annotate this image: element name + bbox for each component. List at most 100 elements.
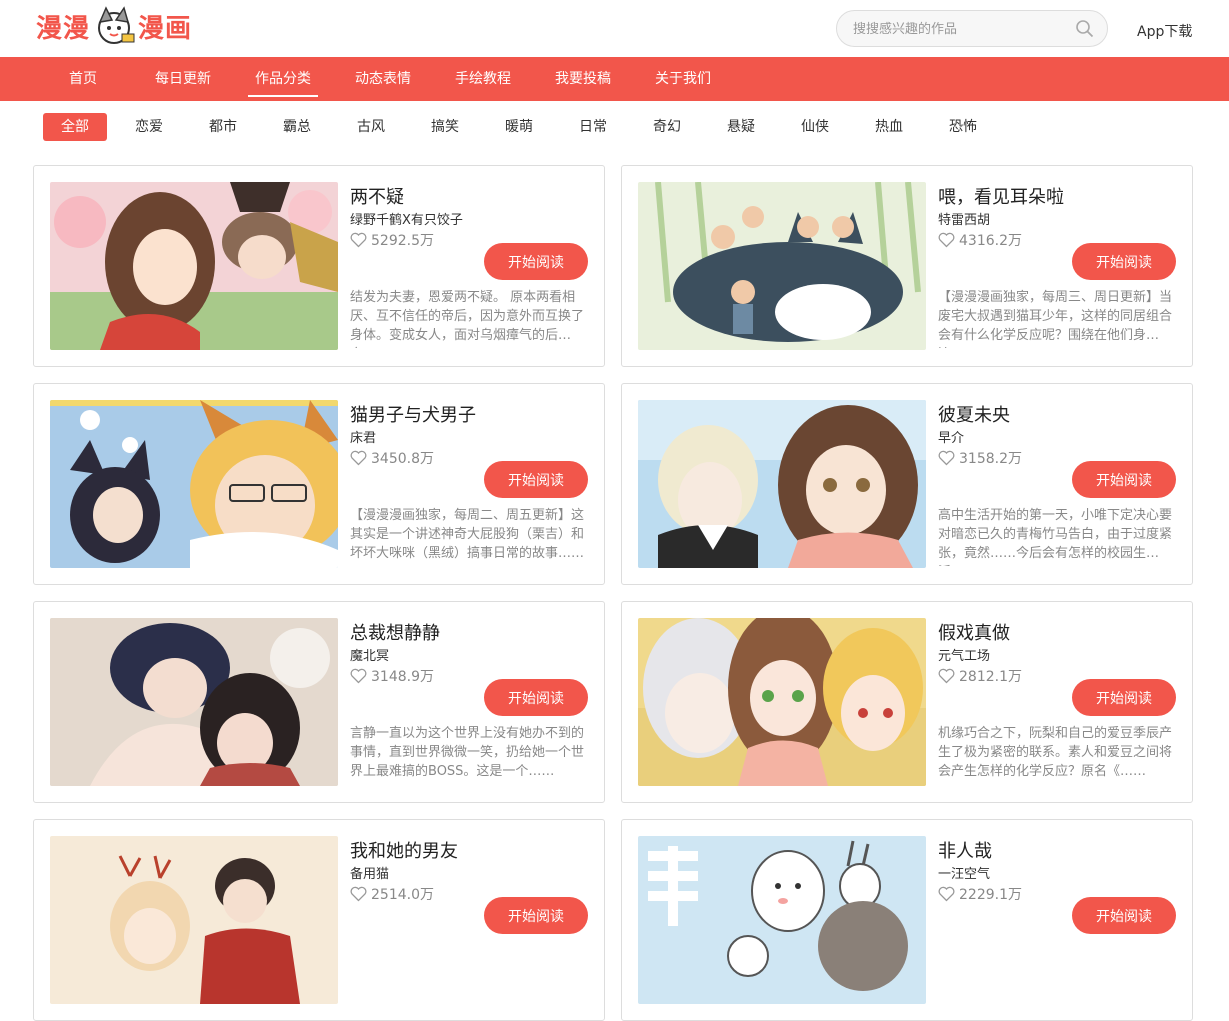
comic-likes: 3158.2万 — [938, 448, 1022, 468]
category-cute[interactable]: 暖萌 — [498, 113, 540, 141]
category-funny[interactable]: 搞笑 — [424, 113, 466, 141]
likes-count: 2229.1万 — [959, 887, 1022, 903]
comic-cover[interactable] — [50, 836, 338, 1004]
comic-title[interactable]: 我和她的男友 — [350, 837, 458, 863]
comic-card: 彼夏未央 早介 3158.2万 开始阅读 高中生活开始的第一天，小唯下定决心要对… — [621, 383, 1193, 585]
category-filter: 全部 恋爱 都市 霸总 古风 搞笑 暖萌 日常 奇幻 悬疑 仙侠 热血 恐怖 — [0, 101, 1229, 151]
search-input[interactable] — [853, 19, 1073, 39]
comic-likes: 3148.9万 — [350, 666, 434, 686]
comic-card: 我和她的男友 备用猫 2514.0万 开始阅读 — [33, 819, 605, 1021]
site-logo[interactable]: 漫漫 漫画 — [36, 4, 192, 48]
comic-card: 喂，看见耳朵啦 特雷西胡 4316.2万 开始阅读 【漫漫漫画独家，每周三、周日… — [621, 165, 1193, 367]
category-urban[interactable]: 都市 — [202, 113, 244, 141]
comic-author: 一汪空气 — [938, 867, 991, 882]
cover-image — [638, 836, 926, 1004]
comic-description: 言静一直以为这个世界上没有她办不到的事情，直到世界微微一笑，扔给她一个世界上最难… — [350, 726, 585, 779]
heart-icon — [938, 886, 955, 902]
start-reading-button[interactable]: 开始阅读 — [484, 897, 588, 934]
heart-icon — [350, 886, 367, 902]
category-action[interactable]: 热血 — [868, 113, 910, 141]
likes-count: 3158.2万 — [959, 451, 1022, 467]
start-reading-button[interactable]: 开始阅读 — [1072, 679, 1176, 716]
start-reading-button[interactable]: 开始阅读 — [1072, 897, 1176, 934]
likes-count: 3148.9万 — [371, 669, 434, 685]
category-ceo[interactable]: 霸总 — [276, 113, 318, 141]
nav-home[interactable]: 首页 — [68, 57, 98, 101]
cover-image — [50, 618, 338, 786]
likes-count: 2812.1万 — [959, 669, 1022, 685]
category-romance[interactable]: 恋爱 — [128, 113, 170, 141]
comic-cover[interactable] — [50, 182, 338, 350]
comic-card: 两不疑 绿野千鹤X有只饺子 5292.5万 开始阅读 结发为夫妻，恩爱两不疑。 … — [33, 165, 605, 367]
category-xianxia[interactable]: 仙侠 — [794, 113, 836, 141]
heart-icon — [938, 232, 955, 248]
likes-count: 2514.0万 — [371, 887, 434, 903]
comic-title[interactable]: 两不疑 — [350, 183, 404, 209]
comic-author: 元气工场 — [938, 649, 991, 664]
search-box — [836, 10, 1108, 47]
comic-title[interactable]: 彼夏未央 — [938, 401, 1010, 427]
comic-cover[interactable] — [638, 400, 926, 568]
comic-author: 早介 — [938, 431, 965, 446]
comic-title[interactable]: 总裁想静静 — [350, 619, 440, 645]
category-horror[interactable]: 恐怖 — [942, 113, 984, 141]
heart-icon — [350, 450, 367, 466]
comic-cover[interactable] — [638, 836, 926, 1004]
logo-text-left: 漫漫 — [36, 13, 91, 44]
comic-author: 备用猫 — [350, 867, 390, 882]
start-reading-button[interactable]: 开始阅读 — [1072, 243, 1176, 280]
comic-cover[interactable] — [638, 182, 926, 350]
comic-cover[interactable] — [50, 400, 338, 568]
comic-card: 非人哉 一汪空气 2229.1万 开始阅读 — [621, 819, 1193, 1021]
search-icon[interactable] — [1075, 19, 1095, 39]
category-mystery[interactable]: 悬疑 — [720, 113, 762, 141]
cover-image — [50, 400, 338, 568]
comic-title[interactable]: 假戏真做 — [938, 619, 1010, 645]
category-ancient[interactable]: 古风 — [350, 113, 392, 141]
likes-count: 5292.5万 — [371, 233, 434, 249]
heart-icon — [938, 668, 955, 684]
comic-likes: 3450.8万 — [350, 448, 434, 468]
likes-count: 3450.8万 — [371, 451, 434, 467]
cover-image — [638, 618, 926, 786]
comic-author: 魔北冥 — [350, 649, 390, 664]
main-nav: 首页 每日更新 作品分类 动态表情 手绘教程 我要投稿 关于我们 — [0, 57, 1229, 101]
nav-daily-update[interactable]: 每日更新 — [154, 57, 212, 101]
nav-categories[interactable]: 作品分类 — [248, 57, 318, 101]
start-reading-button[interactable]: 开始阅读 — [1072, 461, 1176, 498]
comic-card: 猫男子与犬男子 床君 3450.8万 开始阅读 【漫漫漫画独家，每周二、周五更新… — [33, 383, 605, 585]
start-reading-button[interactable]: 开始阅读 — [484, 461, 588, 498]
mascot-icon — [98, 6, 135, 44]
comic-title[interactable]: 猫男子与犬男子 — [350, 401, 476, 427]
start-reading-button[interactable]: 开始阅读 — [484, 679, 588, 716]
comic-description: 机缘巧合之下，阮梨和自己的爱豆季辰产生了极为紧密的联系。素人和爱豆之间将会产生怎… — [938, 726, 1173, 779]
comic-author: 特雷西胡 — [938, 213, 991, 228]
nav-stickers[interactable]: 动态表情 — [354, 57, 412, 101]
comic-likes: 5292.5万 — [350, 230, 434, 250]
category-daily[interactable]: 日常 — [572, 113, 614, 141]
comic-likes: 2514.0万 — [350, 884, 434, 904]
site-header: 漫漫 漫画 App下载 — [0, 0, 1229, 57]
logo-text-right: 漫画 — [138, 13, 193, 44]
nav-submit[interactable]: 我要投稿 — [554, 57, 612, 101]
comic-title[interactable]: 喂，看见耳朵啦 — [938, 183, 1064, 209]
heart-icon — [350, 668, 367, 684]
heart-icon — [938, 450, 955, 466]
category-all[interactable]: 全部 — [43, 113, 107, 141]
nav-tutorials[interactable]: 手绘教程 — [454, 57, 512, 101]
comic-cover[interactable] — [638, 618, 926, 786]
comic-title[interactable]: 非人哉 — [938, 837, 992, 863]
comic-cover[interactable] — [50, 618, 338, 786]
comic-description: 结发为夫妻，恩爱两不疑。 原本两看相厌、互不信任的帝后，因为意外而互换了身体。变… — [350, 290, 585, 348]
category-fantasy[interactable]: 奇幻 — [646, 113, 688, 141]
cover-image — [50, 836, 338, 1004]
cover-image — [50, 182, 338, 350]
comic-card: 假戏真做 元气工场 2812.1万 开始阅读 机缘巧合之下，阮梨和自己的爱豆季辰… — [621, 601, 1193, 803]
nav-about[interactable]: 关于我们 — [654, 57, 712, 101]
heart-icon — [350, 232, 367, 248]
app-download-link[interactable]: App下载 — [1137, 21, 1192, 41]
comic-likes: 4316.2万 — [938, 230, 1022, 250]
likes-count: 4316.2万 — [959, 233, 1022, 249]
comic-card: 总裁想静静 魔北冥 3148.9万 开始阅读 言静一直以为这个世界上没有她办不到… — [33, 601, 605, 803]
start-reading-button[interactable]: 开始阅读 — [484, 243, 588, 280]
